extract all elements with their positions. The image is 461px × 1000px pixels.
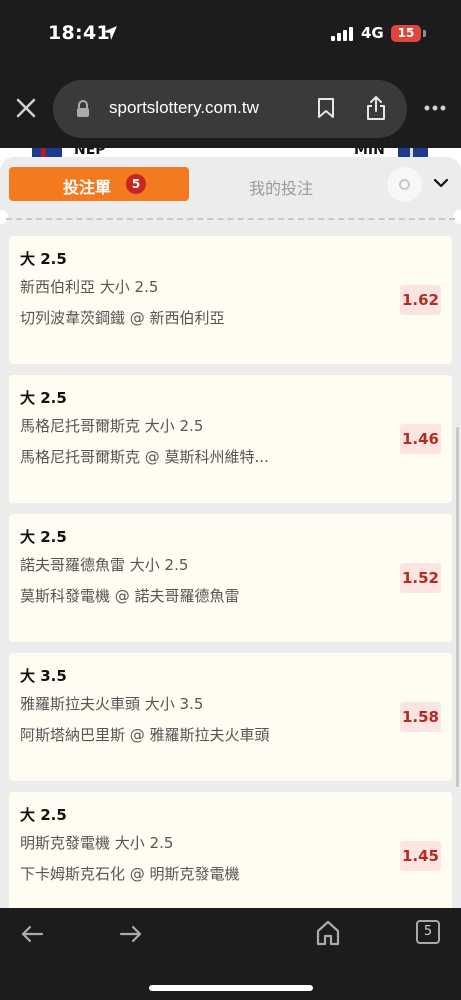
web-page: NEP MIN 投注單 5 我的投注 大 2.5 新西伯利亞 大小 2.5 切列… — [0, 148, 461, 908]
signal-icon — [331, 27, 353, 41]
lock-icon — [77, 100, 89, 117]
more-icon[interactable] — [423, 104, 447, 112]
bet-selection: 大 2.5 — [20, 250, 67, 268]
bet-market: 新西伯利亞 大小 2.5 — [20, 278, 159, 296]
tab-bet-slip-label: 投注單 — [63, 178, 112, 197]
bet-selection: 大 2.5 — [20, 806, 67, 824]
bet-match: 莫斯科發電機 @ 諾夫哥羅德魚雷 — [20, 587, 240, 605]
ticket-divider — [6, 218, 455, 220]
tab-bet-slip[interactable]: 投注單 5 — [9, 167, 189, 201]
battery-tip — [423, 30, 426, 37]
address-bar[interactable]: sportslottery.com.tw — [53, 80, 407, 138]
ticket-notch-right — [453, 210, 461, 224]
screen: 18:41 4G 15 sportslottery.com.tw NEP MIN… — [0, 0, 461, 1000]
bet-market: 雅羅斯拉夫火車頭 大小 3.5 — [20, 695, 204, 713]
scrollbar[interactable] — [456, 427, 459, 787]
forward-arrow-icon[interactable] — [119, 924, 143, 944]
bet-market: 諾夫哥羅德魚雷 大小 2.5 — [20, 556, 189, 574]
settings-button[interactable] — [387, 167, 422, 202]
tabs-icon[interactable]: 5 — [416, 920, 440, 944]
bet-match: 阿斯塔納巴里斯 @ 雅羅斯拉夫火車頭 — [20, 726, 270, 744]
location-arrow-icon — [103, 26, 117, 40]
bet-odds[interactable]: 1.52 — [400, 563, 441, 593]
bet-odds[interactable]: 1.58 — [400, 702, 441, 732]
tab-my-bets[interactable]: 我的投注 — [196, 167, 366, 201]
tab-my-bets-label: 我的投注 — [249, 179, 314, 198]
bet-selection: 大 2.5 — [20, 528, 67, 546]
home-indicator — [149, 985, 313, 991]
status-bar: 18:41 4G 15 — [0, 0, 461, 64]
bet-count-badge: 5 — [126, 174, 146, 194]
browser-toolbar: 5 — [0, 908, 461, 1000]
bet-match: 切列波韋茨鋼鐵 @ 新西伯利亞 — [20, 309, 225, 327]
back-arrow-icon[interactable] — [20, 924, 44, 944]
bet-card[interactable]: 大 2.5 明斯克發電機 大小 2.5 下卡姆斯克石化 @ 明斯克發電機 1.4… — [9, 792, 452, 908]
status-time: 18:41 — [48, 22, 110, 44]
battery-icon: 15 — [391, 25, 421, 42]
bet-card[interactable]: 大 2.5 馬格尼托哥爾斯克 大小 2.5 馬格尼托哥爾斯克 @ 莫斯科州維特.… — [9, 375, 452, 503]
bet-odds[interactable]: 1.46 — [400, 424, 441, 454]
close-icon[interactable] — [12, 94, 40, 122]
bet-card[interactable]: 大 3.5 雅羅斯拉夫火車頭 大小 3.5 阿斯塔納巴里斯 @ 雅羅斯拉夫火車頭… — [9, 653, 452, 781]
ticket-notch-left — [0, 210, 8, 224]
battery-level: 15 — [397, 26, 415, 40]
tab-count: 5 — [423, 924, 433, 939]
bet-slip-panel: 投注單 5 我的投注 大 2.5 新西伯利亞 大小 2.5 切列波韋茨鋼鐵 @ … — [0, 157, 461, 908]
bet-selection: 大 2.5 — [20, 389, 67, 407]
bet-market: 明斯克發電機 大小 2.5 — [20, 834, 174, 852]
bet-match: 下卡姆斯克石化 @ 明斯克發電機 — [20, 865, 240, 883]
bet-card[interactable]: 大 2.5 新西伯利亞 大小 2.5 切列波韋茨鋼鐵 @ 新西伯利亞 1.62 — [9, 236, 452, 364]
chevron-down-icon[interactable] — [433, 177, 449, 189]
bet-card[interactable]: 大 2.5 諾夫哥羅德魚雷 大小 2.5 莫斯科發電機 @ 諾夫哥羅德魚雷 1.… — [9, 514, 452, 642]
bet-odds[interactable]: 1.45 — [400, 841, 441, 871]
bookmark-icon[interactable] — [317, 97, 335, 119]
share-icon[interactable] — [365, 95, 387, 121]
network-type: 4G — [361, 24, 384, 42]
bet-selection: 大 3.5 — [20, 667, 67, 685]
settings-icon — [399, 179, 410, 190]
bet-match: 馬格尼托哥爾斯克 @ 莫斯科州維特... — [20, 448, 269, 466]
url-text[interactable]: sportslottery.com.tw — [109, 98, 259, 118]
bet-market: 馬格尼托哥爾斯克 大小 2.5 — [20, 417, 204, 435]
home-icon[interactable] — [316, 920, 340, 946]
bet-odds[interactable]: 1.62 — [400, 285, 441, 315]
